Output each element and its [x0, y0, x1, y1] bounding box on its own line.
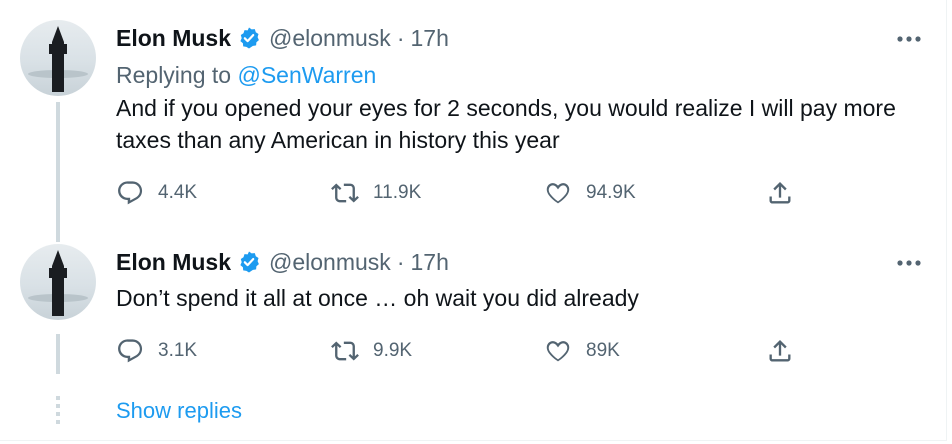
like-count: 94.9K: [586, 182, 636, 203]
retweet-count: 11.9K: [373, 182, 422, 203]
tweet-actions: 3.1K 9.9K 89K: [116, 336, 806, 366]
share-icon: [769, 340, 791, 362]
tweet-header: Elon Musk @elonmusk · 17h: [116, 248, 449, 276]
replying-to-label: Replying to: [116, 62, 238, 88]
author-handle[interactable]: @elonmusk: [269, 25, 391, 52]
separator-dot: ·: [396, 248, 405, 275]
tweet-2[interactable]: Elon Musk @elonmusk · 17h Don’t spend it…: [0, 232, 946, 380]
like-count: 89K: [586, 340, 620, 361]
avatar[interactable]: [20, 20, 96, 96]
replying-to: Replying to @SenWarren: [116, 62, 376, 89]
reply-icon: [118, 181, 143, 205]
replying-to-handle-link[interactable]: @SenWarren: [237, 62, 376, 88]
thread-continuation-dots: [56, 396, 60, 426]
reply-button[interactable]: 3.1K: [116, 336, 197, 366]
more-options-icon[interactable]: [894, 24, 924, 54]
tweet-text: Don’t spend it all at once … oh wait you…: [116, 285, 639, 311]
like-icon: [546, 341, 570, 362]
reply-icon: [118, 339, 143, 363]
reply-count: 4.4K: [158, 182, 198, 203]
tweet-1[interactable]: Elon Musk @elonmusk · 17h Replying to @S…: [0, 0, 946, 232]
reply-button[interactable]: 4.4K: [116, 178, 197, 208]
avatar[interactable]: [20, 244, 96, 320]
thread-connector-line: [56, 334, 60, 374]
author-name[interactable]: Elon Musk: [116, 249, 231, 276]
verified-badge-icon: [237, 250, 261, 274]
more-options-icon[interactable]: [894, 248, 924, 278]
like-button[interactable]: 89K: [544, 336, 620, 366]
timestamp[interactable]: 17h: [410, 249, 448, 276]
retweet-icon: [331, 183, 359, 203]
timeline-frame: Elon Musk @elonmusk · 17h Replying to @S…: [0, 0, 947, 441]
retweet-button[interactable]: 9.9K: [331, 336, 412, 366]
like-icon: [546, 183, 570, 204]
starship-avatar-icon: [28, 250, 88, 316]
tweet-actions: 4.4K 11.9K 94.9K: [116, 178, 806, 208]
share-icon: [769, 182, 791, 204]
separator-dot: ·: [396, 24, 405, 51]
reply-count: 3.1K: [158, 340, 198, 361]
timestamp[interactable]: 17h: [410, 25, 448, 52]
retweet-count: 9.9K: [373, 340, 413, 361]
verified-badge-icon: [237, 26, 261, 50]
retweet-button[interactable]: 11.9K: [331, 178, 421, 208]
like-button[interactable]: 94.9K: [544, 178, 636, 208]
share-button[interactable]: [766, 336, 794, 366]
author-handle[interactable]: @elonmusk: [269, 249, 391, 276]
tweet-text: And if you opened your eyes for 2 second…: [116, 95, 896, 153]
share-button[interactable]: [766, 178, 794, 208]
author-name[interactable]: Elon Musk: [116, 25, 231, 52]
retweet-icon: [331, 341, 359, 361]
starship-avatar-icon: [28, 26, 88, 92]
tweet-header: Elon Musk @elonmusk · 17h: [116, 24, 449, 52]
thread-connector-line: [56, 102, 60, 242]
show-replies-link[interactable]: Show replies: [116, 398, 242, 424]
